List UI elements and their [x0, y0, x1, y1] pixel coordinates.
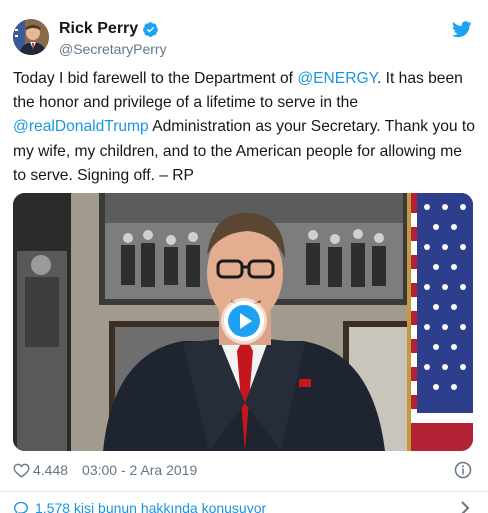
like-count[interactable]: 4.448 [33, 462, 68, 478]
name-row: Rick Perry [59, 19, 159, 39]
conversation-link[interactable]: 1.578 kişi bunun hakkında konuşuyor [13, 498, 266, 513]
play-button[interactable] [224, 301, 264, 341]
conversation-label[interactable]: 1.578 kişi bunun hakkında konuşuyor [35, 500, 266, 513]
play-icon [228, 305, 260, 337]
speech-bubble-icon [13, 501, 29, 513]
mention-realdonaldtrump[interactable]: @realDonaldTrump [13, 118, 149, 135]
tweet-card: Rick Perry @SecretaryPerry Today I bid f… [0, 0, 488, 513]
video-player[interactable] [13, 193, 473, 451]
tweet-text: Today I bid farewell to the Department o… [13, 67, 478, 188]
info-icon[interactable] [454, 461, 472, 479]
twitter-bird-icon[interactable] [452, 21, 472, 38]
timestamp[interactable]: 03:00 - 2 Ara 2019 [82, 462, 197, 478]
heart-icon[interactable] [13, 462, 30, 478]
tweet-text-part: Today I bid farewell to the Department o… [13, 70, 298, 87]
tweet-meta: 4.448 03:00 - 2 Ara 2019 [13, 460, 197, 480]
user-handle[interactable]: @SecretaryPerry [59, 40, 167, 58]
mention-energy[interactable]: @ENERGY [297, 70, 377, 87]
verified-badge-icon [143, 21, 159, 37]
chevron-right-icon[interactable] [460, 501, 470, 513]
avatar[interactable] [13, 19, 49, 55]
divider [0, 491, 488, 492]
display-name[interactable]: Rick Perry [59, 19, 138, 39]
